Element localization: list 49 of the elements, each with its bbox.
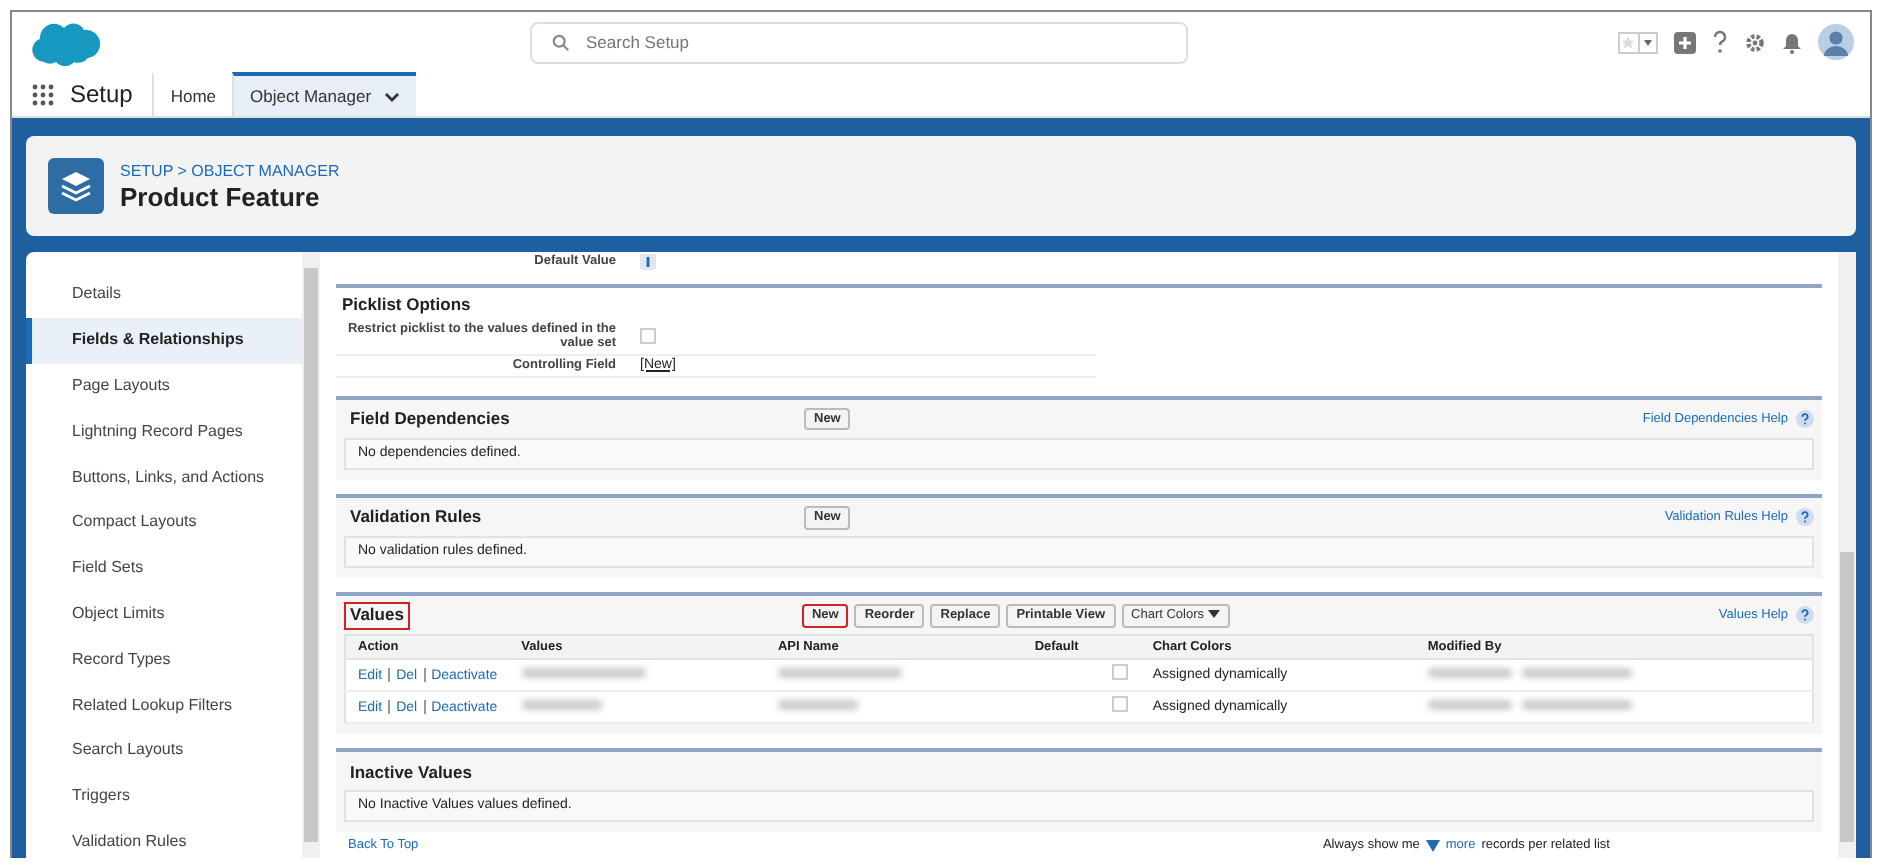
bell-icon[interactable] [1782,31,1802,53]
section-title: Values [344,601,410,630]
blurred-text [1427,667,1512,678]
sidebar-item[interactable]: Page Layouts [26,363,302,409]
blurred-text [521,667,646,678]
sidebar-item[interactable]: Triggers [26,773,302,820]
sidebar-item[interactable]: Fields & Relationships [26,317,302,364]
sidebar-item[interactable]: Search Layouts [26,727,302,774]
plus-icon[interactable] [1674,31,1696,53]
app-name: Setup [70,78,133,112]
page-title: Product Feature [120,183,322,213]
stacked-layers-icon [48,158,104,214]
search-icon [552,33,570,51]
sidebar-item[interactable]: Related Lookup Filters [26,682,302,728]
sidebar-item[interactable]: Validation Rules [26,819,302,858]
breadcrumb-link[interactable]: SETUP > OBJECT MANAGER [120,159,340,184]
section-title: Picklist Options [340,292,473,318]
section-title: Inactive Values [348,759,474,786]
blurred-text [1521,667,1632,678]
sidebar-item[interactable]: Details [26,272,302,318]
section-title: Validation Rules [348,503,484,530]
sidebar-item[interactable]: Lightning Record Pages [26,408,302,455]
nav-tab[interactable]: Object Manager [232,72,416,116]
sidebar-item[interactable]: Compact Layouts [26,499,302,546]
app-launcher-icon[interactable] [32,83,54,105]
info-icon [640,254,656,270]
settings-icon[interactable] [1744,31,1766,53]
checkbox[interactable] [640,328,656,345]
caret-icon [1207,608,1220,623]
sidebar-item[interactable]: Buttons, Links, and Actions [26,454,302,500]
scrollbar[interactable] [1838,252,1856,858]
sidebar-item[interactable]: Field Sets [26,545,302,592]
sidebar-item[interactable]: Record Types [26,636,302,683]
sidebar-item[interactable]: Object Limits [26,591,302,637]
down-triangle-icon [1425,840,1440,853]
help-icon[interactable] [1712,30,1728,54]
scrollbar[interactable] [302,252,320,858]
help-icon [1796,508,1814,527]
blurred-text [521,699,602,710]
blurred-text [1521,699,1632,710]
blurred-text [777,699,858,710]
section-title: Field Dependencies [348,405,512,432]
search-field[interactable]: Search Setup [530,21,1188,63]
cloud-logo-icon [28,18,100,66]
help-icon [1796,606,1814,625]
blurred-text [777,667,902,678]
blurred-text [1427,699,1512,710]
help-icon [1796,410,1814,429]
avatar-icon[interactable] [1818,24,1854,60]
